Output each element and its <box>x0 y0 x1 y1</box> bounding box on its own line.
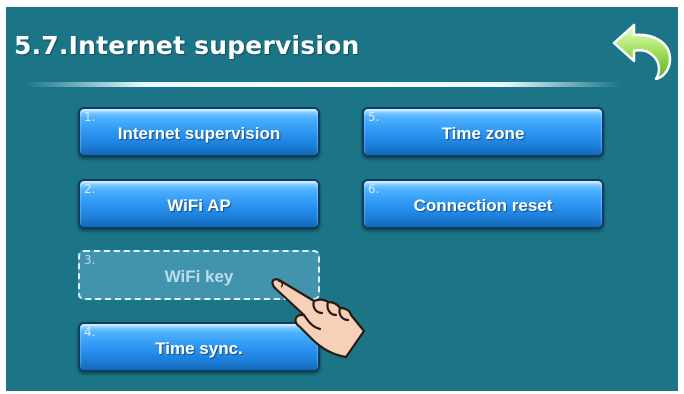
button-number: 4. <box>84 325 96 339</box>
time-zone-button[interactable]: 5. Time zone <box>362 107 604 157</box>
button-number: 6. <box>368 182 380 196</box>
button-number: 3. <box>84 253 96 267</box>
time-sync-button[interactable]: 4. Time sync. <box>78 322 320 372</box>
button-number: 1. <box>84 110 96 124</box>
button-number: 2. <box>84 182 96 196</box>
button-number: 5. <box>368 110 380 124</box>
wifi-key-button[interactable]: 3. WiFi key <box>78 250 320 300</box>
back-button[interactable] <box>606 19 678 81</box>
wifi-ap-button[interactable]: 2. WiFi AP <box>78 179 320 229</box>
button-label: WiFi AP <box>167 196 231 215</box>
button-label: Internet supervision <box>117 124 281 143</box>
title-underline <box>26 82 621 87</box>
button-label: Connection reset <box>413 196 553 215</box>
page-title: 5.7.Internet supervision <box>14 31 360 60</box>
connection-reset-button[interactable]: 6. Connection reset <box>362 179 604 229</box>
button-label: Time zone <box>441 124 525 143</box>
back-arrow-icon <box>612 23 672 81</box>
menu-panel: 5.7.Internet supervision 1. Internet sup… <box>6 7 678 391</box>
internet-supervision-button[interactable]: 1. Internet supervision <box>78 107 320 157</box>
button-label: WiFi key <box>164 267 234 286</box>
button-label: Time sync. <box>155 339 243 358</box>
